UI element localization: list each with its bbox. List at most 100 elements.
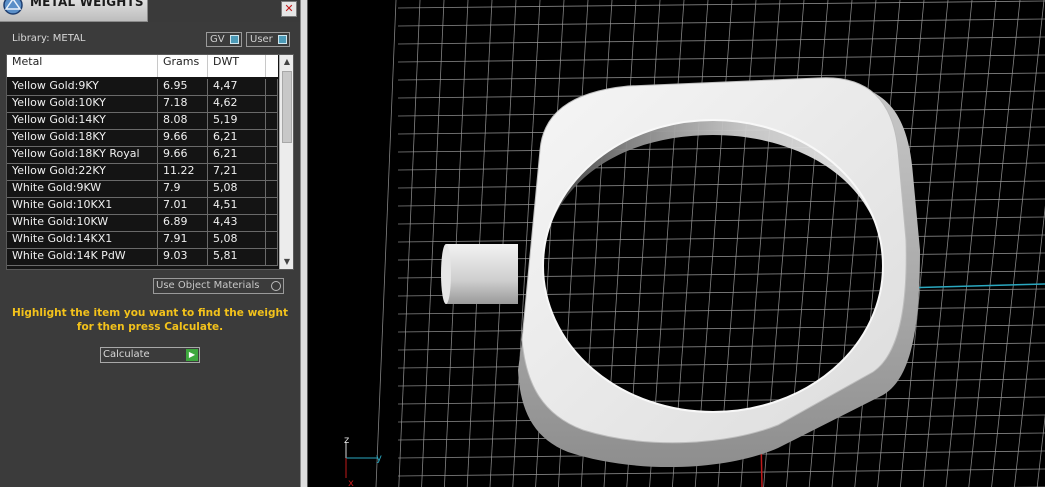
use-object-materials-checkbox[interactable]: Use Object Materials <box>153 278 284 294</box>
table-header: Metal Grams DWT <box>7 55 278 77</box>
cell-dwt: 6,21 <box>208 147 266 163</box>
cell-metal: White Gold:14KX1 <box>7 232 158 248</box>
cell-dwt: 7,21 <box>208 164 266 180</box>
column-header-dwt[interactable]: DWT <box>208 55 266 77</box>
cell-grams: 7.91 <box>158 232 208 248</box>
cell-grams: 8.08 <box>158 113 208 129</box>
cell-spacer <box>266 232 278 248</box>
calculate-button[interactable]: Calculate ▶ <box>100 347 200 363</box>
grid-line <box>397 18 1045 27</box>
user-toggle-knob-icon <box>278 35 287 44</box>
cell-spacer <box>266 79 278 95</box>
cylinder-peg[interactable] <box>441 244 518 304</box>
title-tab: METAL WEIGHTS <box>0 0 148 22</box>
table-scrollbar[interactable]: ▲ ▼ <box>279 55 293 269</box>
cell-metal: Yellow Gold:10KY <box>7 96 158 112</box>
ring-model[interactable] <box>376 0 1045 487</box>
cell-grams: 7.18 <box>158 96 208 112</box>
cell-grams: 9.03 <box>158 249 208 265</box>
cell-spacer <box>266 164 278 180</box>
cell-spacer <box>266 181 278 197</box>
gizmo-x-label: x <box>348 478 354 487</box>
grid-line <box>945 0 997 487</box>
table-row[interactable]: White Gold:14K PdW 9.03 5,81 <box>7 249 278 266</box>
gv-toggle-knob-icon <box>230 35 239 44</box>
scroll-thumb[interactable] <box>282 71 292 143</box>
cell-metal: Yellow Gold:18KY <box>7 130 158 146</box>
grid-line <box>444 0 469 487</box>
library-label: Library: METAL <box>12 33 86 44</box>
grid-line <box>466 0 493 487</box>
table-row[interactable]: Yellow Gold:22KY 11.22 7,21 <box>7 164 278 181</box>
cell-dwt: 5,19 <box>208 113 266 129</box>
cell-grams: 6.95 <box>158 79 208 95</box>
gizmo-y-label: y <box>376 453 382 464</box>
grid-line <box>397 36 1045 45</box>
grid-line <box>922 0 973 487</box>
table-row[interactable]: Yellow Gold:10KY 7.18 4,62 <box>7 96 278 113</box>
cell-spacer <box>266 198 278 214</box>
grid-line <box>397 72 1045 81</box>
cell-metal: White Gold:14K PdW <box>7 249 158 265</box>
3d-viewport[interactable]: z y x <box>308 0 1045 487</box>
cell-spacer <box>266 113 278 129</box>
table-row[interactable]: Yellow Gold:18KY Royal 9.66 6,21 <box>7 147 278 164</box>
cell-grams: 9.66 <box>158 147 208 163</box>
panel-title: METAL WEIGHTS <box>30 0 144 9</box>
cell-spacer <box>266 96 278 112</box>
table-row[interactable]: Yellow Gold:14KY 8.08 5,19 <box>7 113 278 130</box>
table-row[interactable] <box>7 266 278 269</box>
cell-dwt: 4,51 <box>208 198 266 214</box>
cell-dwt: 5,08 <box>208 181 266 197</box>
grid-line <box>397 54 1045 63</box>
cell-spacer <box>266 215 278 231</box>
grid-line <box>489 0 517 487</box>
cell-spacer <box>266 147 278 163</box>
calculate-label: Calculate <box>103 349 150 360</box>
scroll-down-icon[interactable]: ▼ <box>280 255 293 269</box>
cell-grams: 6.89 <box>158 215 208 231</box>
cylinder-cap <box>441 244 451 304</box>
table-row[interactable]: White Gold:10KW 6.89 4,43 <box>7 215 278 232</box>
metal-table: Metal Grams DWT Yellow Gold:9KY 6.95 4,47 Y… <box>6 54 294 270</box>
scroll-up-icon[interactable]: ▲ <box>280 55 293 69</box>
viewport-canvas: z y x <box>344 0 1045 487</box>
cell-dwt: 4,62 <box>208 96 266 112</box>
play-arrow-icon: ▶ <box>186 349 198 361</box>
gv-label: GV <box>210 34 225 45</box>
gv-toggle[interactable]: GV <box>206 32 242 47</box>
cell-spacer <box>266 249 278 265</box>
user-toggle[interactable]: User <box>246 32 290 47</box>
hint-text: Highlight the item you want to find the … <box>12 307 288 333</box>
column-header-grams[interactable]: Grams <box>158 55 208 77</box>
grid-line <box>397 468 1045 477</box>
cell-grams: 7.9 <box>158 181 208 197</box>
cell-dwt: 4,47 <box>208 79 266 95</box>
panel-splitter[interactable] <box>300 0 308 487</box>
cell-grams: 11.22 <box>158 164 208 180</box>
cylinder-body <box>446 244 518 304</box>
grid-line <box>398 0 421 487</box>
grid-line <box>421 0 445 487</box>
table-row[interactable]: Yellow Gold:9KY 6.95 4,47 <box>7 79 278 96</box>
gizmo-z-label: z <box>344 435 349 446</box>
cell-metal: Yellow Gold:14KY <box>7 113 158 129</box>
cell-dwt: 5,81 <box>208 249 266 265</box>
cell-metal: White Gold:9KW <box>7 181 158 197</box>
cell-metal: White Gold:10KW <box>7 215 158 231</box>
cell-metal: Yellow Gold:22KY <box>7 164 158 180</box>
cell-grams: 7.01 <box>158 198 208 214</box>
column-header-metal[interactable]: Metal <box>7 55 158 77</box>
app-logo-icon <box>3 0 23 15</box>
table-row[interactable]: White Gold:9KW 7.9 5,08 <box>7 181 278 198</box>
cell-metal: White Gold:10KX1 <box>7 198 158 214</box>
cell-metal: Yellow Gold:9KY <box>7 79 158 95</box>
cell-dwt: 4,43 <box>208 215 266 231</box>
table-row[interactable]: Yellow Gold:18KY 9.66 6,21 <box>7 130 278 147</box>
cell-dwt: 6,21 <box>208 130 266 146</box>
use-object-materials-label: Use Object Materials <box>156 280 260 291</box>
radio-circle-icon <box>271 281 281 291</box>
table-row[interactable]: White Gold:14KX1 7.91 5,08 <box>7 232 278 249</box>
table-row[interactable]: White Gold:10KX1 7.01 4,51 <box>7 198 278 215</box>
close-button[interactable]: ✕ <box>281 1 297 17</box>
